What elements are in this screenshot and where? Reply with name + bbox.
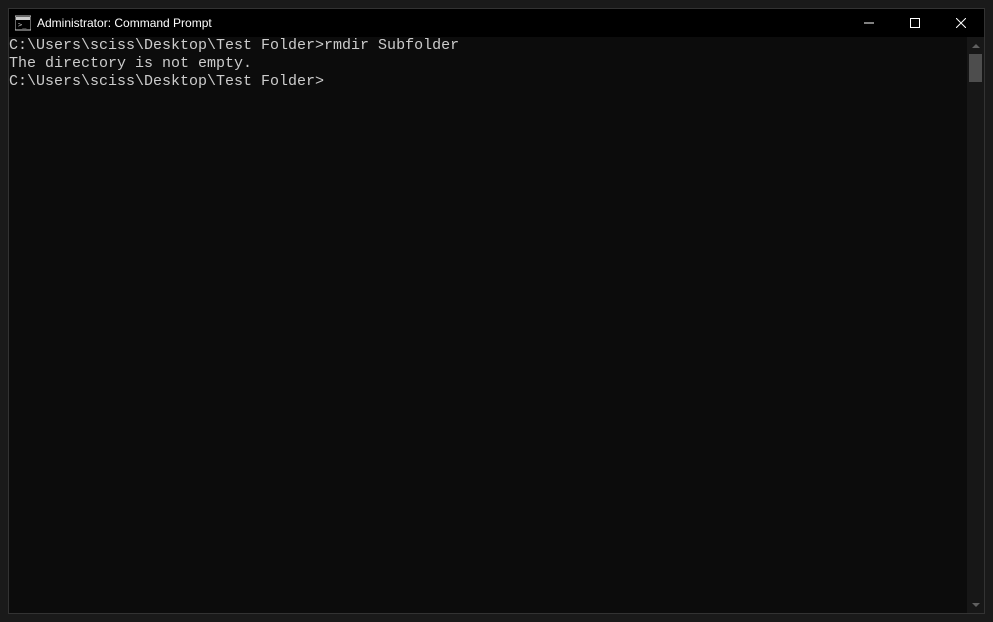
- scrollbar-track[interactable]: [967, 54, 984, 596]
- cmd-icon: >_: [15, 15, 31, 31]
- scroll-up-arrow[interactable]: [967, 37, 984, 54]
- content-area: C:\Users\sciss\Desktop\Test Folder>rmdir…: [9, 37, 984, 613]
- window-title: Administrator: Command Prompt: [37, 16, 212, 30]
- scroll-down-arrow[interactable]: [967, 596, 984, 613]
- close-button[interactable]: [938, 9, 984, 37]
- command-prompt-window: >_ Administrator: Command Prompt C:\User…: [8, 8, 985, 614]
- terminal-output[interactable]: C:\Users\sciss\Desktop\Test Folder>rmdir…: [9, 37, 967, 613]
- window-controls: [846, 9, 984, 37]
- svg-text:>_: >_: [18, 21, 27, 29]
- terminal-line: C:\Users\sciss\Desktop\Test Folder>: [9, 73, 967, 91]
- maximize-button[interactable]: [892, 9, 938, 37]
- scrollbar-thumb[interactable]: [969, 54, 982, 82]
- minimize-button[interactable]: [846, 9, 892, 37]
- titlebar[interactable]: >_ Administrator: Command Prompt: [9, 9, 984, 37]
- vertical-scrollbar[interactable]: [967, 37, 984, 613]
- terminal-line: The directory is not empty.: [9, 55, 967, 73]
- terminal-line: C:\Users\sciss\Desktop\Test Folder>rmdir…: [9, 37, 967, 55]
